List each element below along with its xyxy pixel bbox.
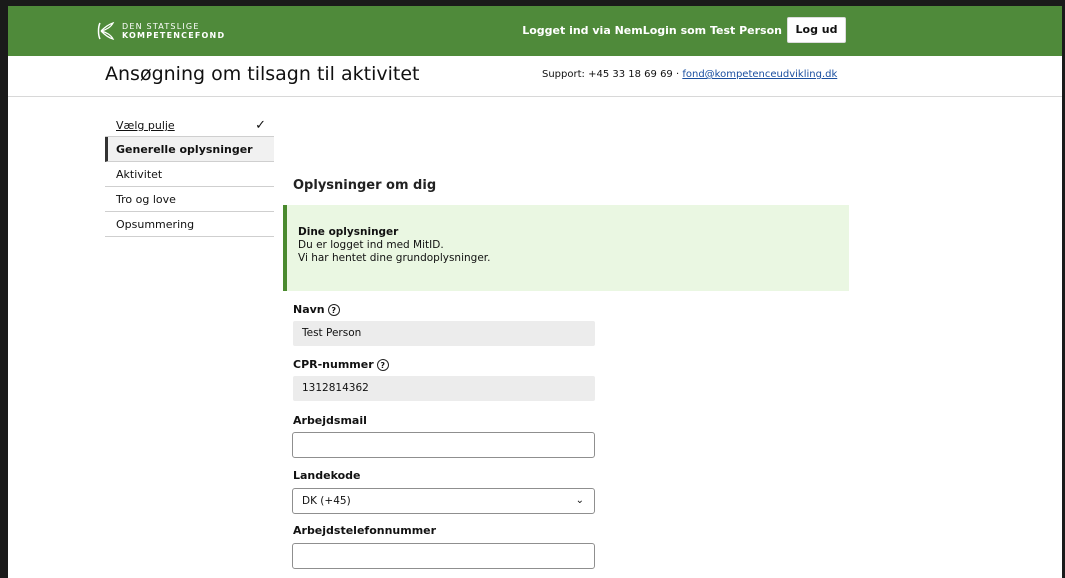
info-box: Dine oplysninger Du er logget ind med Mi… [283, 205, 849, 291]
page-title: Ansøgning om tilsagn til aktivitet [105, 63, 420, 85]
sidebar-item-label: Opsummering [116, 218, 195, 231]
logo-text: DEN STATSLIGE KOMPETENCEFOND [122, 22, 225, 40]
step-sidebar: Vælg pulje ✓ Generelle oplysninger Aktiv… [105, 112, 274, 237]
sidebar-item-label: Aktivitet [116, 168, 163, 181]
sidebar-item-label: Tro og love [116, 193, 176, 206]
info-box-line2: Vi har hentet dine grundoplysninger. [298, 252, 491, 264]
name-field: Test Person [293, 321, 595, 346]
support-email-link[interactable]: fond@kompetenceudvikling.dk [682, 69, 837, 80]
country-code-label: Landekode [293, 469, 361, 482]
sidebar-item-label: Vælg pulje [116, 119, 175, 132]
sidebar-item-opsummering[interactable]: Opsummering [105, 212, 274, 237]
check-icon: ✓ [255, 118, 266, 133]
sidebar-item-generelle-oplysninger[interactable]: Generelle oplysninger [105, 137, 274, 162]
country-code-label-text: Landekode [293, 469, 361, 482]
work-email-label: Arbejdsmail [293, 414, 367, 427]
logo-line1: DEN STATSLIGE [122, 22, 200, 31]
logo-line2: KOMPETENCEFOND [122, 31, 226, 40]
support-phone: Support: +45 33 18 69 69 · [542, 69, 683, 80]
work-phone-label-text: Arbejdstelefonnummer [293, 524, 437, 537]
sidebar-item-aktivitet[interactable]: Aktivitet [105, 162, 274, 187]
name-label-text: Navn [293, 303, 325, 316]
window-frame-left [0, 0, 8, 578]
info-box-line1: Du er logget ind med MitID. [298, 239, 444, 251]
cpr-label: CPR-nummer ? [293, 358, 389, 371]
work-phone-label: Arbejdstelefonnummer [293, 524, 436, 537]
help-icon[interactable]: ? [376, 358, 389, 371]
page-header: Ansøgning om tilsagn til aktivitet Suppo… [8, 56, 1062, 97]
chevron-down-icon: ⌄ [575, 495, 584, 506]
login-status: Logget ind via NemLogin som Test Person [522, 24, 782, 37]
logout-button[interactable]: Log ud [787, 17, 846, 43]
cpr-label-text: CPR-nummer [293, 358, 374, 371]
work-email-label-text: Arbejdsmail [293, 414, 367, 427]
support-info: Support: +45 33 18 69 69 · fond@kompeten… [542, 69, 837, 80]
top-bar: DEN STATSLIGE KOMPETENCEFOND Logget ind … [8, 6, 1062, 56]
sidebar-item-label: Generelle oplysninger [116, 143, 253, 156]
info-box-title: Dine oplysninger [298, 226, 399, 238]
logo-k-icon [97, 21, 115, 40]
help-icon[interactable]: ? [327, 303, 340, 316]
logo[interactable]: DEN STATSLIGE KOMPETENCEFOND [96, 21, 225, 41]
cpr-field: 1312814362 [293, 376, 595, 401]
work-email-input[interactable] [292, 432, 595, 458]
country-code-value: DK (+45) [302, 495, 351, 507]
country-code-select[interactable]: DK (+45) ⌄ [292, 488, 595, 514]
sidebar-item-vaelg-pulje[interactable]: Vælg pulje ✓ [105, 112, 274, 137]
section-title: Oplysninger om dig [293, 178, 437, 193]
name-label: Navn ? [293, 303, 340, 316]
sidebar-item-tro-og-love[interactable]: Tro og love [105, 187, 274, 212]
work-phone-input[interactable] [292, 543, 595, 569]
